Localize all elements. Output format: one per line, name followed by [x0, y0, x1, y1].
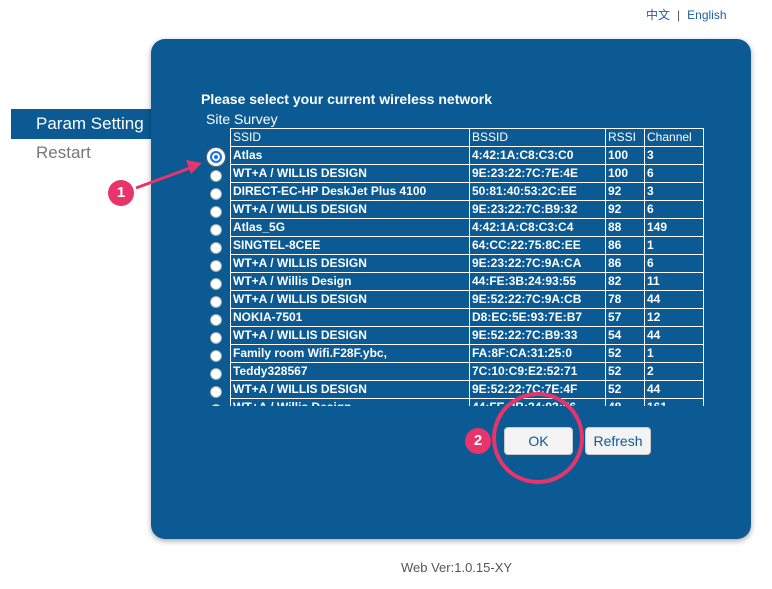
annotation-arrow-icon	[135, 160, 202, 190]
web-version: Web Ver:1.0.15-XY	[401, 560, 513, 575]
annotation-highlight-ring	[492, 392, 584, 484]
annotation-badge-2: 2	[465, 428, 491, 454]
annotation-badge-1: 1	[108, 180, 134, 206]
